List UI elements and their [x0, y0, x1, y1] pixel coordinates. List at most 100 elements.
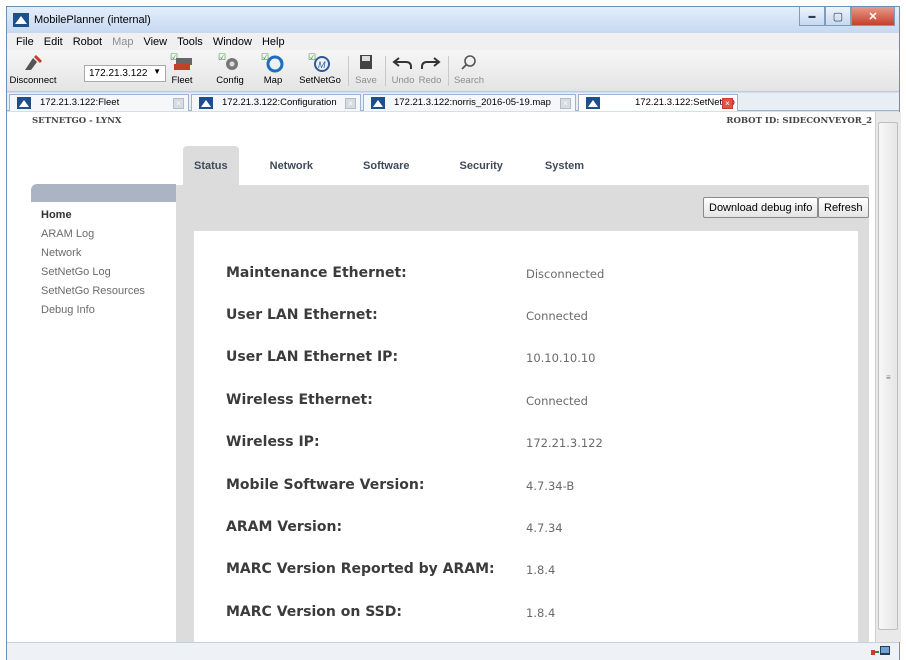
status-value: Connected: [526, 309, 588, 323]
grip-icon: ≡: [886, 373, 891, 382]
robot-tab-icon: [17, 97, 31, 109]
toolbar-divider: [348, 56, 349, 86]
tab-fleet-label: 172.21.3.122:Fleet: [40, 97, 120, 108]
status-value: 172.21.3.122: [526, 436, 603, 450]
robot-app-icon: [13, 13, 29, 27]
status-value: Connected: [526, 394, 588, 408]
tab-close-icon[interactable]: ×: [560, 98, 571, 109]
sidebar-item-setnetgo-log[interactable]: SetNetGo Log: [31, 263, 176, 282]
search-button[interactable]: Search: [451, 52, 487, 90]
menu-edit[interactable]: Edit: [39, 36, 68, 48]
sidebar-item-aram-log[interactable]: ARAM Log: [31, 225, 176, 244]
status-row: Wireless Ethernet: Connected: [226, 392, 846, 412]
robot-tab-icon: [586, 97, 600, 109]
tab-network[interactable]: Network: [270, 146, 313, 185]
sidebar-item-setnetgo-resources[interactable]: SetNetGo Resources: [31, 282, 176, 301]
app-window: MobilePlanner (internal) ▬ ▢ ✕ File Edit…: [6, 6, 901, 660]
tab-map-file[interactable]: 172.21.3.122:norris_2016-05-19.map ×: [363, 94, 576, 111]
status-key: ARAM Version:: [226, 519, 343, 535]
tab-system[interactable]: System: [545, 146, 584, 185]
status-row: MARC Version on SSD: 1.8.4: [226, 604, 846, 624]
menu-help[interactable]: Help: [257, 36, 290, 48]
status-row: MARC Version Reported by ARAM: 1.8.4: [226, 561, 846, 581]
status-value: 1.8.4: [526, 606, 556, 620]
title-bar: MobilePlanner (internal) ▬ ▢ ✕: [7, 7, 899, 33]
undo-button[interactable]: Undo: [390, 52, 416, 90]
config-icon: ☑: [218, 52, 238, 70]
status-key: Mobile Software Version:: [226, 477, 425, 493]
tab-status[interactable]: Status: [183, 146, 239, 185]
minimize-button[interactable]: ▬: [799, 7, 825, 26]
map-label: Map: [263, 75, 283, 86]
menu-bar: File Edit Robot Map View Tools Window He…: [7, 33, 899, 50]
setnetgo-label: SetNetGo: [299, 75, 341, 86]
fleet-button[interactable]: ☑ Fleet: [167, 52, 197, 90]
robot-tab-icon: [371, 97, 385, 109]
status-key: MARC Version on SSD:: [226, 604, 402, 620]
redo-button[interactable]: Redo: [417, 52, 443, 90]
menu-tools[interactable]: Tools: [172, 36, 208, 48]
window-title: MobilePlanner (internal): [34, 14, 151, 26]
status-row: Maintenance Ethernet: Disconnected: [226, 265, 846, 285]
close-icon: ✕: [868, 10, 878, 23]
status-key: MARC Version Reported by ARAM:: [226, 561, 495, 577]
sidebar-item-network[interactable]: Network: [31, 244, 176, 263]
sidebar-item-debug-info[interactable]: Debug Info: [31, 301, 176, 320]
tab-fleet[interactable]: 172.21.3.122:Fleet ×: [9, 94, 189, 111]
connection-status-icon: [871, 646, 890, 655]
config-button[interactable]: ☑ Config: [215, 52, 245, 90]
chevron-down-icon: ▼: [153, 67, 161, 76]
status-row: Mobile Software Version: 4.7.34-B: [226, 477, 846, 497]
maximize-icon: ▢: [832, 10, 844, 23]
toolbar-divider: [448, 56, 449, 86]
disconnect-button[interactable]: Disconnect: [9, 52, 57, 90]
status-value: Disconnected: [526, 267, 605, 281]
menu-view[interactable]: View: [138, 36, 172, 48]
status-row: User LAN Ethernet: Connected: [226, 307, 846, 327]
toolbar: Disconnect 172.21.3.122 ▼ ☑ Fleet ☑ Conf…: [7, 50, 899, 92]
tab-setnetgo-label: 172.21.3.122:SetNetGo: [635, 97, 735, 108]
map-button[interactable]: ☑ Map: [258, 52, 288, 90]
search-label: Search: [453, 75, 485, 86]
menu-map[interactable]: Map: [107, 36, 138, 48]
refresh-button[interactable]: Refresh: [818, 197, 869, 218]
tab-configuration[interactable]: 172.21.3.122:Configuration ×: [191, 94, 361, 111]
status-row: Wireless IP: 172.21.3.122: [226, 434, 846, 454]
disconnect-label: Disconnect: [9, 75, 57, 86]
fleet-icon: ☑: [170, 52, 192, 70]
status-value: 4.7.34: [526, 521, 563, 535]
scrollbar-thumb[interactable]: ≡: [878, 122, 898, 630]
maximize-button[interactable]: ▢: [825, 7, 851, 26]
status-key: Wireless Ethernet:: [226, 392, 373, 408]
setnetgo-content: SETNETGO - LYNX ROBOT ID: SIDECONVEYOR_2…: [7, 112, 875, 642]
robot-ip-select[interactable]: 172.21.3.122 ▼: [84, 65, 166, 82]
setnetgo-icon: ☑ M: [308, 52, 330, 72]
vertical-scrollbar[interactable]: ≡: [875, 112, 901, 642]
download-debug-info-button[interactable]: Download debug info: [703, 197, 819, 218]
sidebar: Home ARAM Log Network SetNetGo Log SetNe…: [31, 184, 176, 642]
status-bar: [7, 642, 899, 660]
undo-label: Undo: [391, 75, 415, 86]
redo-icon: [421, 57, 441, 69]
sidebar-item-home[interactable]: Home: [31, 206, 176, 225]
save-button[interactable]: Save: [353, 52, 379, 90]
tab-close-icon[interactable]: ×: [173, 98, 184, 109]
menu-robot[interactable]: Robot: [68, 36, 107, 48]
robot-ip-value: 172.21.3.122: [89, 68, 148, 79]
tab-setnetgo[interactable]: 172.21.3.122:SetNetGo ×: [578, 94, 738, 111]
menu-file[interactable]: File: [11, 36, 39, 48]
redo-label: Redo: [418, 75, 442, 86]
status-key: Wireless IP:: [226, 434, 320, 450]
tab-security[interactable]: Security: [460, 146, 503, 185]
save-label: Save: [355, 75, 377, 86]
config-label: Config: [216, 75, 244, 86]
close-button[interactable]: ✕: [851, 7, 895, 26]
tab-close-icon[interactable]: ×: [345, 98, 356, 109]
document-tab-strip: 172.21.3.122:Fleet × 172.21.3.122:Config…: [7, 93, 899, 111]
menu-window[interactable]: Window: [208, 36, 257, 48]
minimize-icon: ▬: [808, 12, 816, 20]
tab-software[interactable]: Software: [363, 146, 409, 185]
setnetgo-button[interactable]: ☑ M SetNetGo: [298, 52, 342, 90]
tab-close-icon[interactable]: ×: [722, 98, 733, 109]
svg-text:☑: ☑: [218, 52, 226, 62]
